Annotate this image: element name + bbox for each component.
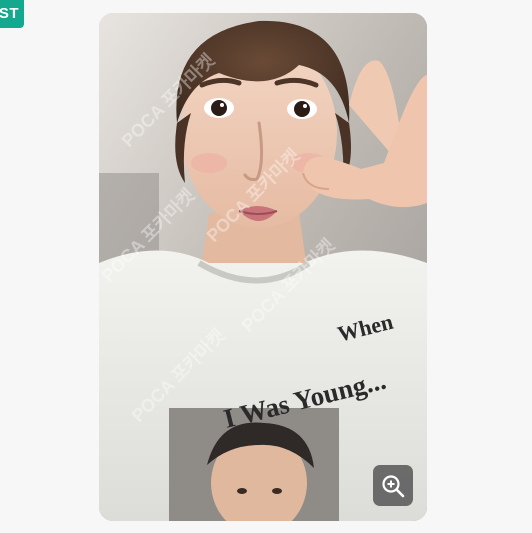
photocard-illustration: When I Was Young... POCA 포카마켓 POCA 포카마켓 … bbox=[99, 13, 427, 521]
photocard-image[interactable]: When I Was Young... POCA 포카마켓 POCA 포카마켓 … bbox=[99, 13, 427, 521]
image-viewer: ST When I Was Young... POCA 포카마켓 POCA 포카… bbox=[0, 0, 532, 533]
zoom-in-button[interactable] bbox=[373, 465, 413, 506]
zoom-in-icon bbox=[382, 474, 405, 497]
status-badge: ST bbox=[0, 0, 24, 28]
